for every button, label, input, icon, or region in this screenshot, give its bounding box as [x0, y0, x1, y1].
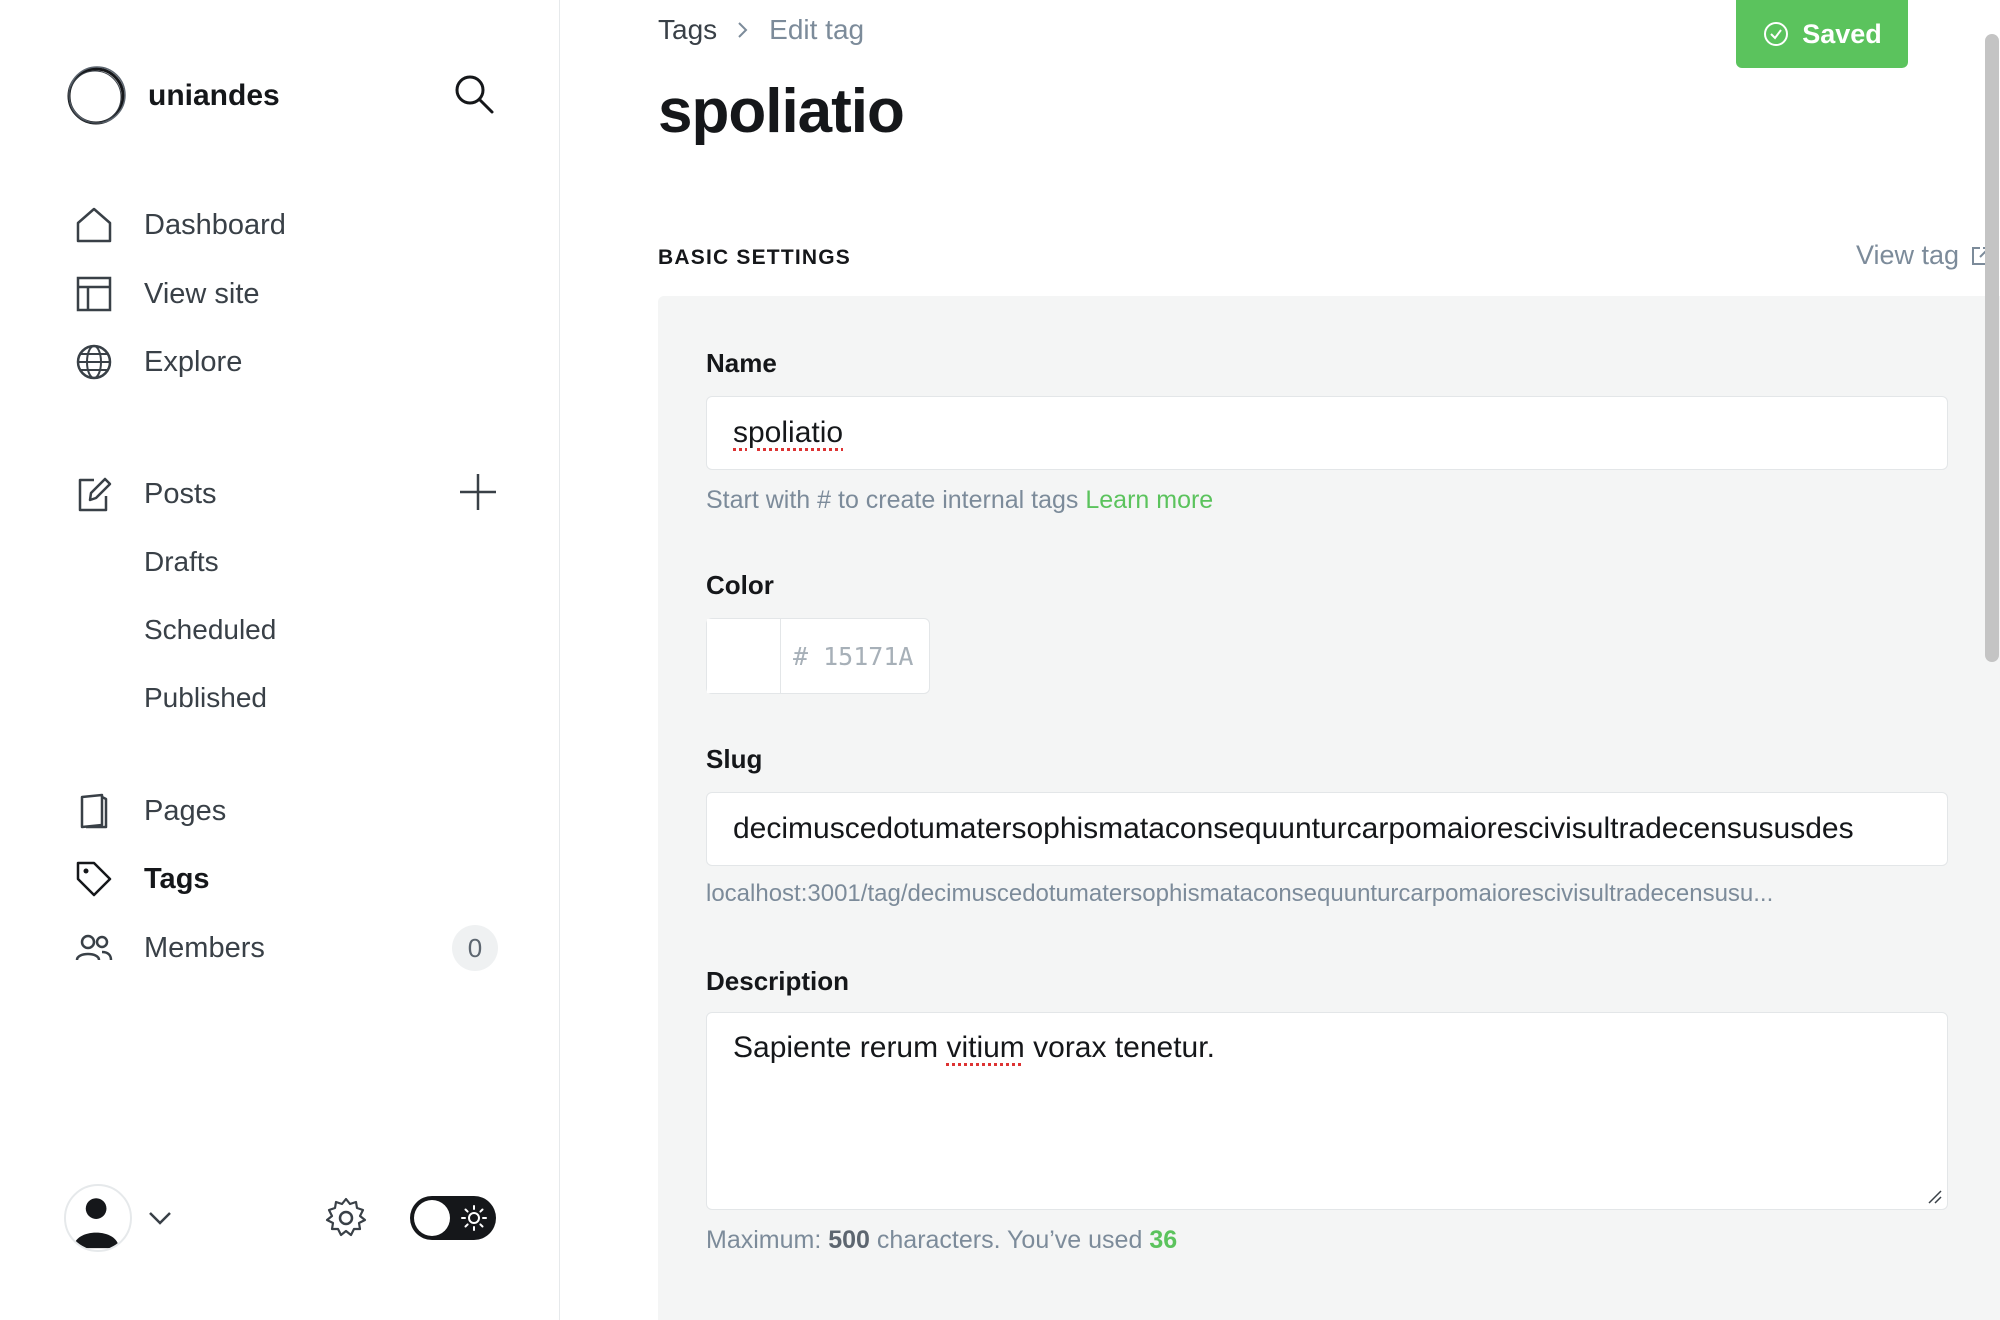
chevron-right-icon	[738, 22, 748, 38]
sidebar-item-posts[interactable]: Posts	[72, 466, 217, 522]
name-input[interactable]: spoliatio	[706, 396, 1948, 470]
members-count-badge: 0	[452, 925, 498, 971]
slug-value: decimuscedotumatersophismataconsequuntur…	[733, 812, 1854, 845]
user-icon	[73, 1198, 119, 1249]
vertical-scrollbar[interactable]	[1985, 34, 1999, 662]
edit-icon	[78, 477, 112, 512]
sidebar: uniandes Dashboard View site Explore Pos…	[0, 0, 560, 1320]
saved-button[interactable]: Saved	[1736, 0, 1908, 68]
color-swatch[interactable]	[707, 619, 781, 693]
avatar[interactable]	[64, 1184, 132, 1252]
name-hint-text: Start with # to create internal tags	[706, 486, 1086, 514]
sidebar-item-explore[interactable]: Explore	[72, 334, 242, 390]
sidebar-item-label: Posts	[144, 477, 217, 510]
check-circle-icon	[1764, 22, 1789, 46]
sidebar-item-published[interactable]: Published	[144, 673, 267, 723]
slug-url-preview: localhost:3001/tag/decimuscedotumatersop…	[706, 880, 1774, 907]
color-field: # 15171A	[706, 618, 930, 694]
circle-logo-icon	[67, 66, 126, 125]
name-label: Name	[706, 348, 777, 378]
counter-middle: characters. You’ve used	[869, 1226, 1150, 1254]
description-text-3: vorax tenetur.	[1024, 1031, 1215, 1064]
breadcrumb: Tags Edit tag	[658, 14, 864, 46]
home-icon	[76, 207, 112, 243]
layout-icon	[76, 276, 112, 312]
sidebar-item-view-site[interactable]: View site	[72, 266, 260, 322]
gear-icon[interactable]	[322, 1194, 370, 1242]
add-post-icon[interactable]	[456, 470, 500, 514]
theme-toggle[interactable]	[410, 1196, 496, 1240]
page-icon	[80, 793, 108, 829]
page-title: spoliatio	[658, 77, 905, 146]
sidebar-item-scheduled[interactable]: Scheduled	[144, 605, 276, 655]
brand[interactable]: uniandes	[64, 64, 280, 128]
view-tag-label: View tag	[1856, 240, 1960, 270]
toggle-knob	[414, 1200, 450, 1236]
sidebar-item-dashboard[interactable]: Dashboard	[72, 197, 286, 253]
main-content: Tags Edit tag Saved spoliatio BASIC SETT…	[560, 0, 2000, 1320]
globe-icon	[76, 344, 112, 380]
counter-max: 500	[828, 1226, 870, 1254]
search-icon[interactable]	[452, 72, 496, 116]
basic-settings-panel: Name spoliatio Start with # to create in…	[658, 296, 2000, 1320]
sidebar-item-members[interactable]: Members	[72, 920, 265, 976]
name-value: spoliatio	[733, 416, 844, 449]
learn-more-link[interactable]: Learn more	[1085, 486, 1213, 514]
sidebar-item-tags[interactable]: Tags	[72, 851, 210, 907]
counter-used: 36	[1149, 1226, 1178, 1254]
color-hex-input[interactable]: # 15171A	[781, 619, 929, 693]
sidebar-item-label: Members	[144, 931, 265, 964]
sun-icon	[461, 1205, 487, 1231]
saved-label: Saved	[1802, 18, 1882, 49]
resize-handle-icon[interactable]	[1925, 1187, 1943, 1205]
color-label: Color	[706, 570, 774, 600]
sidebar-item-label: Dashboard	[144, 208, 286, 241]
color-placeholder: 15171A	[823, 641, 914, 671]
sidebar-item-pages[interactable]: Pages	[72, 783, 226, 839]
slug-label: Slug	[706, 744, 763, 774]
description-textarea[interactable]: Sapiente rerum vitium vorax tenetur.	[706, 1012, 1948, 1210]
counter-prefix: Maximum:	[706, 1226, 829, 1254]
description-counter: Maximum: 500 characters. You’ve used 36	[706, 1226, 1177, 1255]
members-icon	[75, 934, 113, 961]
description-label: Description	[706, 966, 850, 996]
name-hint: Start with # to create internal tags Lea…	[706, 486, 1213, 515]
sidebar-item-label: View site	[144, 277, 260, 310]
description-text-1: Sapiente rerum	[733, 1031, 947, 1064]
description-text-2: vitium	[946, 1031, 1025, 1064]
brand-name: uniandes	[148, 79, 280, 112]
breadcrumb-current: Edit tag	[769, 14, 865, 45]
sidebar-item-label: Explore	[144, 345, 243, 378]
sidebar-item-label: Tags	[144, 862, 210, 895]
view-tag-link[interactable]: View tag	[1856, 240, 1993, 271]
color-hash: #	[793, 641, 809, 671]
tag-icon	[76, 861, 112, 897]
sidebar-item-drafts[interactable]: Drafts	[144, 537, 219, 587]
chevron-down-icon[interactable]	[144, 1202, 176, 1234]
sidebar-item-label: Pages	[144, 794, 227, 827]
slug-input[interactable]: decimuscedotumatersophismataconsequuntur…	[706, 792, 1948, 866]
breadcrumb-tags-link[interactable]: Tags	[658, 14, 717, 46]
section-title: BASIC SETTINGS	[658, 246, 851, 269]
